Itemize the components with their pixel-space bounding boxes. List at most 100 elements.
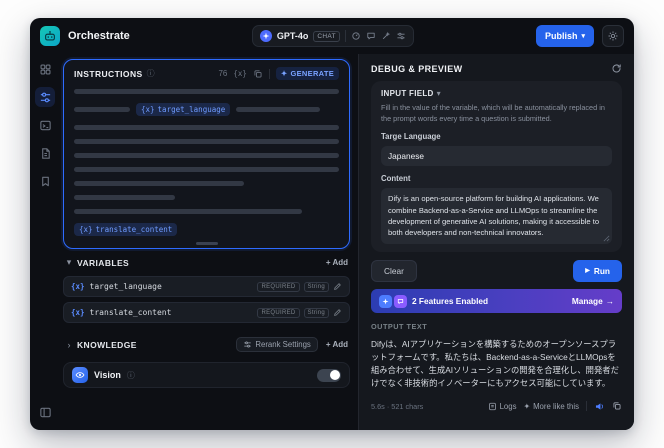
- variable-chip: {x} translate_content: [74, 223, 178, 236]
- features-bar[interactable]: 2 Features Enabled Manage →: [371, 289, 622, 314]
- feature-model-icon: [379, 294, 392, 308]
- settings-button[interactable]: [602, 25, 625, 47]
- clear-button[interactable]: Clear: [371, 260, 417, 283]
- variable-icon: {x}: [71, 308, 85, 317]
- skeleton-line: [74, 181, 339, 186]
- apps-grid-icon[interactable]: [35, 59, 55, 79]
- edit-icon[interactable]: [333, 282, 342, 291]
- sidebar-item-orchestrate[interactable]: [35, 87, 55, 107]
- type-badge: String: [303, 281, 329, 292]
- refresh-icon[interactable]: [611, 63, 622, 74]
- publish-label: Publish: [544, 31, 578, 41]
- content-textarea[interactable]: Dify is an open-source platform for buil…: [381, 188, 612, 245]
- features-enabled-label: 2 Features Enabled: [412, 296, 489, 307]
- input-field-card: INPUT FIELD ▾ Fill in the value of the v…: [371, 81, 622, 253]
- input-field-description: Fill in the value of the variable, which…: [381, 103, 605, 123]
- output-text-title: OUTPUT TEXT: [371, 322, 428, 332]
- chevron-right-icon[interactable]: ›: [65, 340, 73, 350]
- target-language-input[interactable]: Japanese: [381, 146, 612, 167]
- model-selector[interactable]: GPT-4o CHAT: [251, 25, 414, 47]
- sparkle-icon: ✦: [280, 69, 288, 78]
- chevron-down-icon[interactable]: ▾: [65, 257, 73, 268]
- speaker-icon[interactable]: [594, 401, 605, 412]
- debug-preview-title: DEBUG & PREVIEW: [371, 63, 463, 74]
- vision-eye-icon: [72, 367, 88, 383]
- insert-variable-icon[interactable]: {x}: [233, 69, 247, 78]
- logs-label: Logs: [499, 401, 517, 411]
- skeleton-line: [74, 209, 339, 214]
- app-robot-icon[interactable]: [40, 26, 60, 46]
- add-variable-button[interactable]: + Add: [326, 258, 348, 267]
- instructions-card: INSTRUCTIONS ⓘ 76 {x} ✦ GENERATE {x} tar…: [63, 59, 350, 249]
- publish-button[interactable]: Publish ▾: [535, 25, 595, 47]
- sparkle-icon: ✦: [523, 401, 531, 411]
- char-count: 76: [218, 69, 228, 78]
- model-settings-sliders-icon[interactable]: [396, 31, 406, 41]
- output-text: Difyは、AIアプリケーションを構築するためのオープンソースプラットフォームで…: [371, 339, 619, 388]
- run-button[interactable]: ▶ Run: [573, 260, 622, 283]
- more-like-this-label: More like this: [533, 401, 579, 411]
- field-label: Targe Language: [381, 132, 441, 142]
- required-badge: REQUIRED: [257, 281, 300, 292]
- gear-icon: [607, 30, 619, 42]
- add-knowledge-button[interactable]: + Add: [326, 340, 348, 349]
- chat-bubble-icon[interactable]: [366, 31, 376, 41]
- variable-chip-label: translate_content: [95, 225, 173, 234]
- robot-icon: [43, 29, 57, 43]
- logs-button[interactable]: Logs: [488, 402, 517, 411]
- sidebar-item-annotations[interactable]: [35, 171, 55, 191]
- knowledge-title: KNOWLEDGE: [77, 339, 137, 350]
- variables-title: VARIABLES: [77, 257, 130, 268]
- variable-row[interactable]: {x} translate_content REQUIRED String: [63, 302, 350, 323]
- vision-toggle[interactable]: [317, 368, 341, 382]
- copy-icon[interactable]: [253, 69, 263, 79]
- edit-icon[interactable]: [333, 308, 342, 317]
- variable-icon: {x}: [79, 225, 93, 234]
- knowledge-section-header: › KNOWLEDGE Rerank Settings + Add: [63, 337, 350, 352]
- model-mode-badge: CHAT: [313, 30, 340, 42]
- variable-row[interactable]: {x} target_language REQUIRED String: [63, 276, 350, 297]
- skeleton-line: [74, 167, 339, 172]
- chevron-down-icon: ▾: [581, 32, 586, 40]
- manage-features-button[interactable]: Manage →: [572, 296, 614, 306]
- output-footer: 5.6s · 521 chars Logs ✦ More like this: [371, 401, 622, 412]
- rerank-settings-button[interactable]: Rerank Settings: [236, 337, 318, 352]
- manage-label: Manage: [571, 296, 603, 307]
- info-icon: ⓘ: [146, 69, 155, 78]
- skeleton-line: [74, 89, 339, 94]
- input-field-collapse[interactable]: INPUT FIELD ▾: [381, 89, 612, 98]
- copy-icon[interactable]: [612, 401, 622, 411]
- field-label: Content: [381, 174, 411, 184]
- chevron-down-icon: ▾: [436, 89, 441, 98]
- required-badge: REQUIRED: [257, 307, 300, 318]
- generate-label: GENERATE: [290, 69, 334, 78]
- temperature-icon[interactable]: [351, 31, 361, 41]
- variable-icon: {x}: [141, 105, 155, 114]
- vision-label: Vision: [94, 370, 121, 380]
- variables-section-header: ▾ VARIABLES + Add: [63, 257, 350, 268]
- sidebar-item-api-access[interactable]: [35, 115, 55, 135]
- sidebar-item-logs[interactable]: [35, 143, 55, 163]
- magic-wand-icon[interactable]: [381, 31, 391, 41]
- instructions-title: INSTRUCTIONS: [74, 68, 143, 79]
- skeleton-line: [74, 139, 339, 144]
- variable-name: target_language: [89, 282, 162, 291]
- skeleton-line: [74, 125, 339, 130]
- top-bar: Orchestrate GPT-4o CHAT Publish ▾: [30, 18, 634, 54]
- sliders-icon: [243, 340, 252, 349]
- page-title: Orchestrate: [68, 30, 130, 42]
- generate-button[interactable]: ✦ GENERATE: [275, 67, 339, 80]
- logs-icon: [488, 402, 497, 411]
- panel-toggle-icon[interactable]: [35, 402, 55, 422]
- more-like-this-button[interactable]: ✦ More like this: [524, 402, 579, 411]
- textarea-resize-icon[interactable]: [603, 235, 610, 242]
- prompt-editor[interactable]: {x} target_language {x} translate_conten…: [74, 89, 339, 236]
- arrow-right-icon: →: [605, 296, 614, 307]
- rerank-settings-label: Rerank Settings: [255, 340, 311, 349]
- resize-handle[interactable]: [195, 242, 218, 245]
- orchestrate-panel: INSTRUCTIONS ⓘ 76 {x} ✦ GENERATE {x} tar…: [60, 54, 358, 430]
- feature-memory-icon: [394, 294, 407, 308]
- output-meta: 5.6s · 521 chars: [371, 401, 424, 411]
- skeleton-line: {x} translate_content: [74, 223, 339, 236]
- variable-icon: {x}: [71, 282, 85, 291]
